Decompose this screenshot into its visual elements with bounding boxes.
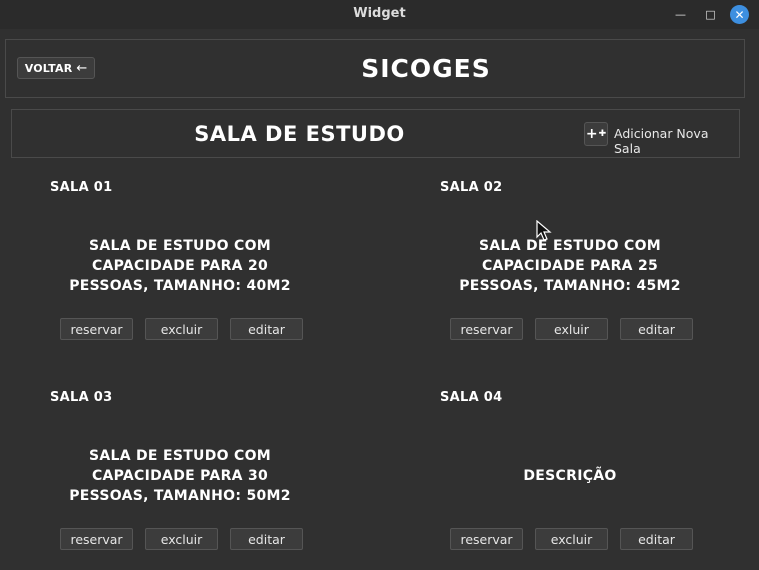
delete-button[interactable]: excluir (145, 528, 218, 550)
delete-button[interactable]: excluir (535, 528, 608, 550)
section-header: SALA DE ESTUDO + ✚ Adicionar Nova Sala (11, 109, 740, 158)
reserve-button[interactable]: reservar (450, 528, 523, 550)
close-icon[interactable]: ✕ (730, 5, 749, 24)
window-title: Widget (353, 6, 406, 21)
app-header: VOLTAR ← SICOGES (5, 39, 745, 98)
minimize-icon[interactable]: — (671, 5, 690, 24)
app-title: SICOGES (361, 54, 491, 83)
reserve-button[interactable]: reservar (450, 318, 523, 340)
room-card: SALA 02 SALA DE ESTUDO COM CAPACIDADE PA… (440, 180, 730, 360)
room-card: SALA 03 SALA DE ESTUDO COM CAPACIDADE PA… (50, 390, 340, 570)
reserve-button[interactable]: reservar (60, 318, 133, 340)
room-name: SALA 01 (50, 180, 113, 195)
room-description: SALA DE ESTUDO COM CAPACIDADE PARA 20 PE… (69, 238, 291, 294)
section-title: SALA DE ESTUDO (194, 122, 405, 146)
room-card: SALA 04 DESCRIÇÃO reservar excluir edita… (440, 390, 730, 570)
room-actions: reservar excluir editar (60, 318, 303, 340)
room-card: SALA 01 SALA DE ESTUDO COM CAPACIDADE PA… (50, 180, 340, 360)
delete-button[interactable]: exluir (535, 318, 608, 340)
plus-small-icon: ✚ (598, 129, 607, 139)
plus-icon: + (585, 126, 598, 142)
edit-button[interactable]: editar (230, 318, 303, 340)
add-room-label: Adicionar Nova Sala (614, 126, 709, 156)
room-actions: reservar excluir editar (60, 528, 303, 550)
room-actions: reservar exluir editar (450, 318, 693, 340)
room-name: SALA 02 (440, 180, 503, 195)
mouse-cursor-icon (536, 220, 552, 241)
room-description: SALA DE ESTUDO COM CAPACIDADE PARA 25 PE… (459, 238, 681, 294)
edit-button[interactable]: editar (230, 528, 303, 550)
room-actions: reservar excluir editar (450, 528, 693, 550)
reserve-button[interactable]: reservar (60, 528, 133, 550)
edit-button[interactable]: editar (620, 318, 693, 340)
maximize-icon[interactable]: □ (701, 5, 720, 24)
add-room-button[interactable]: + ✚ (584, 122, 608, 146)
room-name: SALA 03 (50, 390, 113, 405)
edit-button[interactable]: editar (620, 528, 693, 550)
window-titlebar: Widget — □ ✕ (0, 0, 759, 29)
room-description: SALA DE ESTUDO COM CAPACIDADE PARA 30 PE… (69, 448, 291, 504)
room-description: DESCRIÇÃO (523, 468, 617, 484)
room-name: SALA 04 (440, 390, 503, 405)
delete-button[interactable]: excluir (145, 318, 218, 340)
